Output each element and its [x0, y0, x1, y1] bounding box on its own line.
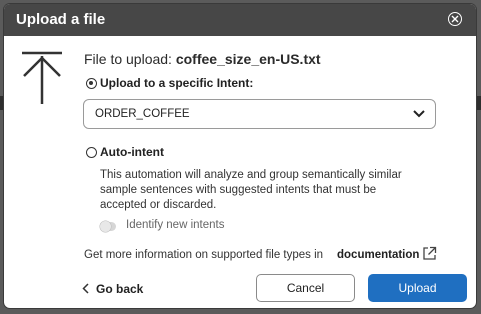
specific-intent-label[interactable]: Upload to a specific Intent: [100, 76, 253, 90]
identify-intents-toggle[interactable] [100, 221, 116, 232]
close-icon[interactable] [448, 12, 462, 26]
identify-intents-label: Identify new intents [126, 219, 225, 231]
external-link-icon[interactable] [422, 246, 437, 261]
auto-intent-description: This automation will analyze and group s… [100, 169, 402, 211]
auto-intent-label[interactable]: Auto-intent [100, 145, 164, 159]
upload-button[interactable]: Upload [368, 274, 467, 302]
file-label: File to upload: [84, 51, 172, 67]
upload-dialog: Upload a file File to upload: coffee_siz… [4, 4, 476, 308]
upload-arrow-icon [22, 51, 62, 104]
info-text: Get more information on supported file t… [84, 249, 324, 261]
intent-select-value: ORDER_COFFEE [95, 108, 190, 120]
auto-intent-radio[interactable] [86, 147, 97, 158]
toggle-knob [100, 221, 111, 232]
chevron-left-icon[interactable] [82, 283, 89, 294]
cancel-button[interactable]: Cancel [256, 274, 355, 302]
dialog-titlebar: Upload a file [4, 4, 476, 36]
specific-intent-radio[interactable] [86, 78, 97, 89]
dialog-title: Upload a file [16, 11, 106, 28]
chevron-down-icon [413, 110, 425, 118]
intent-select[interactable]: ORDER_COFFEE [83, 99, 436, 129]
go-back-button[interactable]: Go back [96, 282, 143, 296]
documentation-link[interactable]: documentation [337, 249, 419, 261]
file-to-upload: File to upload: coffee_size_en-US.txt [84, 51, 321, 67]
file-name: coffee_size_en-US.txt [175, 51, 321, 67]
